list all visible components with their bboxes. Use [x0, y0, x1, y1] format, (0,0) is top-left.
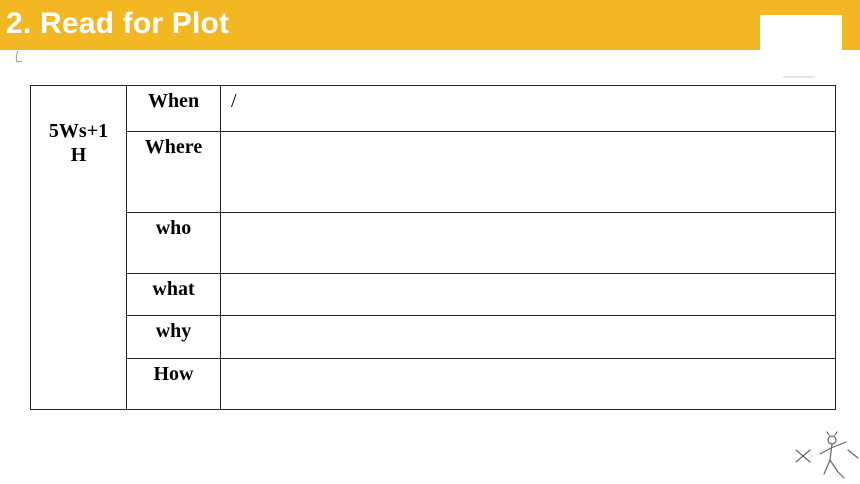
table-row: Where — [31, 131, 836, 213]
answer-cell-where[interactable] — [220, 131, 836, 213]
answer-cell-why[interactable] — [220, 315, 836, 359]
answer-cell-how[interactable] — [220, 358, 836, 410]
row-label-where: Where — [126, 131, 221, 213]
table-row: How — [31, 358, 836, 410]
faint-line-mark — [783, 76, 815, 78]
table-row: what — [31, 273, 836, 316]
row-label-how: How — [126, 358, 221, 410]
title-bar: 2. Read for Plot — [0, 0, 860, 50]
table-row: 5Ws+1 H When / — [30, 85, 836, 410]
table-row: who — [31, 212, 836, 274]
group-label-line-1: 5Ws+1 — [48, 120, 109, 142]
group-label-cell: 5Ws+1 H — [30, 85, 127, 410]
row-label-who: who — [126, 212, 221, 274]
answer-cell-who[interactable] — [220, 212, 836, 274]
table-row: why — [31, 315, 836, 359]
pen-stroke-mark — [15, 50, 23, 63]
plot-table: 5Ws+1 H When / Where who what why How — [30, 85, 836, 410]
row-label-why: why — [126, 315, 221, 359]
slide-title: 2. Read for Plot — [6, 7, 230, 40]
answer-cell-what[interactable] — [220, 273, 836, 316]
group-label-line-2: H — [70, 144, 87, 166]
row-label-when: When — [126, 85, 221, 132]
row-label-what: what — [126, 273, 221, 316]
answer-cell-when[interactable]: / — [220, 85, 836, 132]
corner-blank-box — [760, 15, 842, 55]
stick-figure-doodle-icon — [795, 431, 859, 479]
